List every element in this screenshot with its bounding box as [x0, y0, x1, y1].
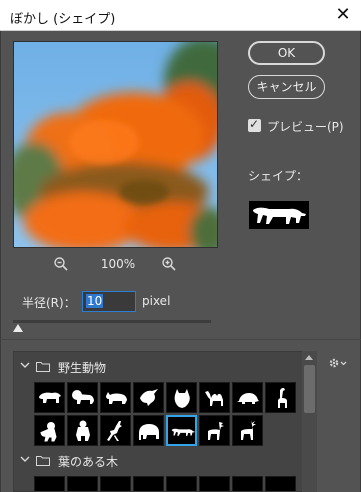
polar-bear-icon — [39, 392, 61, 403]
scroll-thumb[interactable] — [304, 365, 315, 413]
shape-tile[interactable] — [232, 476, 263, 491]
radius-value: 10 — [86, 294, 104, 308]
zoom-controls: 100% — [13, 255, 218, 275]
shape-label: シェイプ： — [248, 169, 309, 183]
lion-icon — [72, 390, 94, 404]
shape-tile[interactable] — [166, 382, 197, 413]
shape-tile-selected[interactable] — [166, 415, 197, 446]
preview-label: プレビュー(P) — [267, 120, 344, 134]
zoom-in-icon[interactable] — [161, 256, 177, 272]
shape-tile[interactable] — [265, 382, 296, 413]
shape-library: 野生動物 葉のある木 — [13, 351, 317, 492]
group-label: 葉のある木 — [58, 455, 119, 469]
gear-icon[interactable] — [328, 356, 348, 370]
shape-tile[interactable] — [100, 415, 131, 446]
ok-button[interactable]: OK — [248, 41, 325, 65]
scroll-up-icon[interactable] — [305, 355, 313, 360]
shape-tile[interactable] — [199, 382, 230, 413]
preview-checkbox[interactable]: ✓ — [248, 117, 261, 132]
radius-slider-thumb[interactable] — [13, 324, 23, 332]
shape-tile[interactable] — [232, 382, 263, 413]
gorilla-icon — [76, 420, 90, 441]
close-icon[interactable]: ✕ — [331, 4, 355, 26]
panther-icon — [171, 428, 195, 436]
zoom-level: 100% — [100, 257, 136, 271]
shape-tile[interactable] — [133, 382, 164, 413]
shape-tile[interactable] — [34, 415, 65, 446]
title-bar: ぼかし (シェイプ) ✕ — [0, 0, 361, 31]
checkmark-icon: ✓ — [249, 117, 260, 131]
group-label: 野生動物 — [58, 361, 107, 375]
radius-unit: pixel — [142, 294, 171, 308]
shape-tile[interactable] — [67, 415, 98, 446]
group-header-leafy-trees[interactable]: 葉のある木 — [14, 450, 304, 472]
giraffe-icon — [278, 388, 287, 408]
shape-tile[interactable] — [100, 382, 131, 413]
shape-tile[interactable] — [199, 476, 230, 491]
shape-tile[interactable] — [265, 476, 296, 491]
camel-icon — [205, 391, 223, 406]
shape-tile[interactable] — [100, 476, 131, 491]
radius-label: 半径(R)： — [22, 296, 76, 310]
zoom-out-icon[interactable] — [53, 256, 69, 272]
turtle-icon — [237, 393, 259, 404]
selected-shape-preview — [249, 201, 309, 229]
shape-tile[interactable] — [67, 476, 98, 491]
elephant-icon — [139, 424, 159, 440]
library-scrollbar[interactable] — [302, 351, 317, 492]
monkey-icon — [40, 422, 57, 442]
preview-image[interactable] — [13, 41, 218, 248]
panther-icon — [253, 207, 306, 224]
cancel-button[interactable]: キャンセル — [248, 75, 325, 99]
shape-tile[interactable] — [34, 382, 65, 413]
wolf-icon — [174, 389, 190, 408]
shape-tile[interactable] — [199, 415, 230, 446]
deer-icon — [107, 421, 122, 441]
window-title: ぼかし (シェイプ) — [10, 12, 116, 27]
shape-tile[interactable] — [133, 476, 164, 491]
radius-slider-track[interactable] — [13, 320, 211, 323]
reindeer-icon — [241, 420, 256, 440]
separator — [0, 339, 361, 340]
moose-icon — [208, 422, 224, 440]
shape-tile[interactable] — [232, 415, 263, 446]
group-header-wild-animals[interactable]: 野生動物 — [14, 356, 304, 378]
folder-icon — [36, 456, 50, 466]
shape-tile[interactable] — [166, 476, 197, 491]
radius-input[interactable]: 10 — [82, 291, 136, 312]
rhino-icon — [106, 392, 127, 404]
shape-tile[interactable] — [67, 382, 98, 413]
folder-icon — [36, 362, 50, 372]
shape-tile[interactable] — [34, 476, 65, 491]
chevron-down-icon[interactable] — [20, 454, 30, 464]
chevron-down-icon[interactable] — [20, 360, 30, 370]
bird-icon — [140, 389, 158, 406]
shape-tile[interactable] — [133, 415, 164, 446]
